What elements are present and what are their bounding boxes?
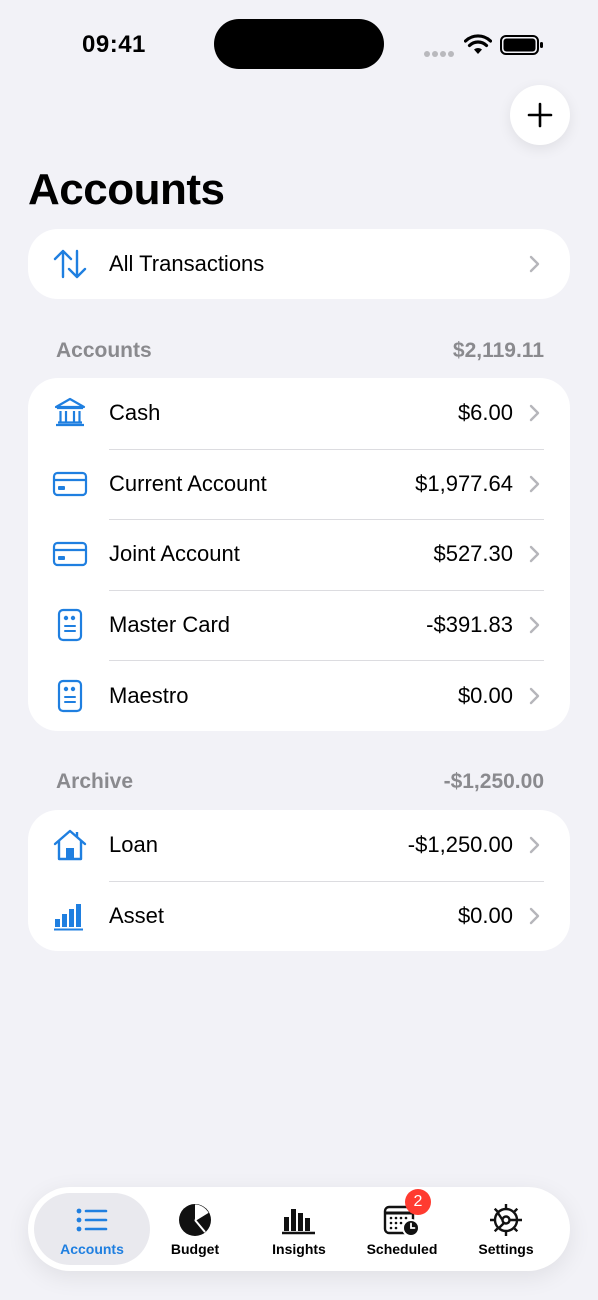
section-title: Archive <box>56 770 134 793</box>
section-total: $2,119.11 <box>452 339 544 362</box>
account-balance: -$391.83 <box>426 612 513 638</box>
quote-card-icon <box>52 678 88 714</box>
gear-icon <box>488 1203 524 1237</box>
account-name: Master Card <box>109 612 231 638</box>
account-name: Cash <box>109 400 161 426</box>
chevron-right-icon <box>529 255 540 273</box>
account-balance: $6.00 <box>457 400 513 426</box>
calendar-clock-icon: 2 <box>383 1189 431 1237</box>
section-title: Accounts <box>56 339 152 362</box>
account-row-maestro[interactable]: Maestro $0.00 <box>28 660 570 731</box>
account-balance: $0.00 <box>457 902 513 928</box>
account-row-current-account[interactable]: Current Account $1,977.64 <box>28 448 570 520</box>
bar-chart-icon <box>281 1203 317 1237</box>
wifi-icon <box>464 34 492 54</box>
archive-card: Loan -$1,250.00 Asset $0.00 <box>28 810 570 951</box>
scheduled-badge: 2 <box>405 1189 431 1215</box>
all-transactions-row[interactable]: All Transactions <box>28 229 570 299</box>
page-title: Accounts <box>28 165 225 214</box>
account-row-joint-account[interactable]: Joint Account $527.30 <box>28 519 570 590</box>
credit-card-icon <box>52 466 88 502</box>
tab-bar: Accounts Budget Insights 2 Scheduled Set… <box>28 1187 570 1271</box>
account-name: Loan <box>109 832 158 858</box>
plus-icon <box>527 102 553 128</box>
tab-label: Insights <box>272 1241 326 1257</box>
account-row-cash[interactable]: Cash $6.00 <box>28 378 570 449</box>
chevron-right-icon <box>529 546 540 563</box>
battery-icon <box>500 35 543 55</box>
account-balance: $527.30 <box>433 541 513 567</box>
quote-card-icon <box>52 607 88 643</box>
account-row-master-card[interactable]: Master Card -$391.83 <box>28 589 570 661</box>
account-row-asset[interactable]: Asset $0.00 <box>28 880 570 951</box>
chevron-right-icon <box>529 475 540 493</box>
pie-chart-icon <box>178 1203 212 1237</box>
tab-label: Accounts <box>60 1241 124 1257</box>
chevron-right-icon <box>529 405 540 422</box>
bank-icon <box>52 395 88 431</box>
status-icons <box>424 30 548 60</box>
chevron-right-icon <box>529 837 540 854</box>
tab-accounts[interactable]: Accounts <box>34 1193 150 1265</box>
chevron-right-icon <box>529 687 540 704</box>
tab-label: Scheduled <box>366 1241 438 1257</box>
arrows-up-down-icon <box>52 246 88 282</box>
account-name: Maestro <box>109 682 189 708</box>
tab-settings[interactable]: Settings <box>454 1193 558 1265</box>
account-name: Joint Account <box>109 541 240 567</box>
credit-card-icon <box>52 536 88 572</box>
tab-label: Budget <box>170 1241 220 1257</box>
bar-chart-icon <box>52 898 88 934</box>
all-transactions-label: All Transactions <box>109 251 265 276</box>
tab-label: Settings <box>478 1241 534 1257</box>
tab-budget[interactable]: Budget <box>143 1193 247 1265</box>
tab-scheduled[interactable]: 2 Scheduled <box>350 1189 454 1265</box>
chevron-right-icon <box>529 616 540 634</box>
account-row-loan[interactable]: Loan -$1,250.00 <box>28 810 570 881</box>
account-balance: $1,977.64 <box>415 470 513 496</box>
all-transactions-card: All Transactions <box>28 229 570 299</box>
accounts-screen: 09:41 Accounts All Transactions Accounts… <box>0 0 598 1300</box>
signal-icon <box>424 44 456 62</box>
house-icon <box>52 827 88 863</box>
account-balance: $0.00 <box>457 682 513 708</box>
tab-insights[interactable]: Insights <box>247 1193 351 1265</box>
account-name: Current Account <box>109 470 267 496</box>
status-bar: 09:41 <box>0 0 598 90</box>
section-total: -$1,250.00 <box>443 770 544 793</box>
account-name: Asset <box>109 902 165 928</box>
list-icon <box>75 1203 109 1237</box>
dynamic-island <box>214 19 384 69</box>
chevron-right-icon <box>529 907 540 925</box>
account-balance: -$1,250.00 <box>407 832 513 858</box>
status-time: 09:41 <box>82 31 146 58</box>
accounts-card: Cash $6.00 Current Account $1,977.64 Joi… <box>28 378 570 731</box>
add-button[interactable] <box>510 85 570 145</box>
